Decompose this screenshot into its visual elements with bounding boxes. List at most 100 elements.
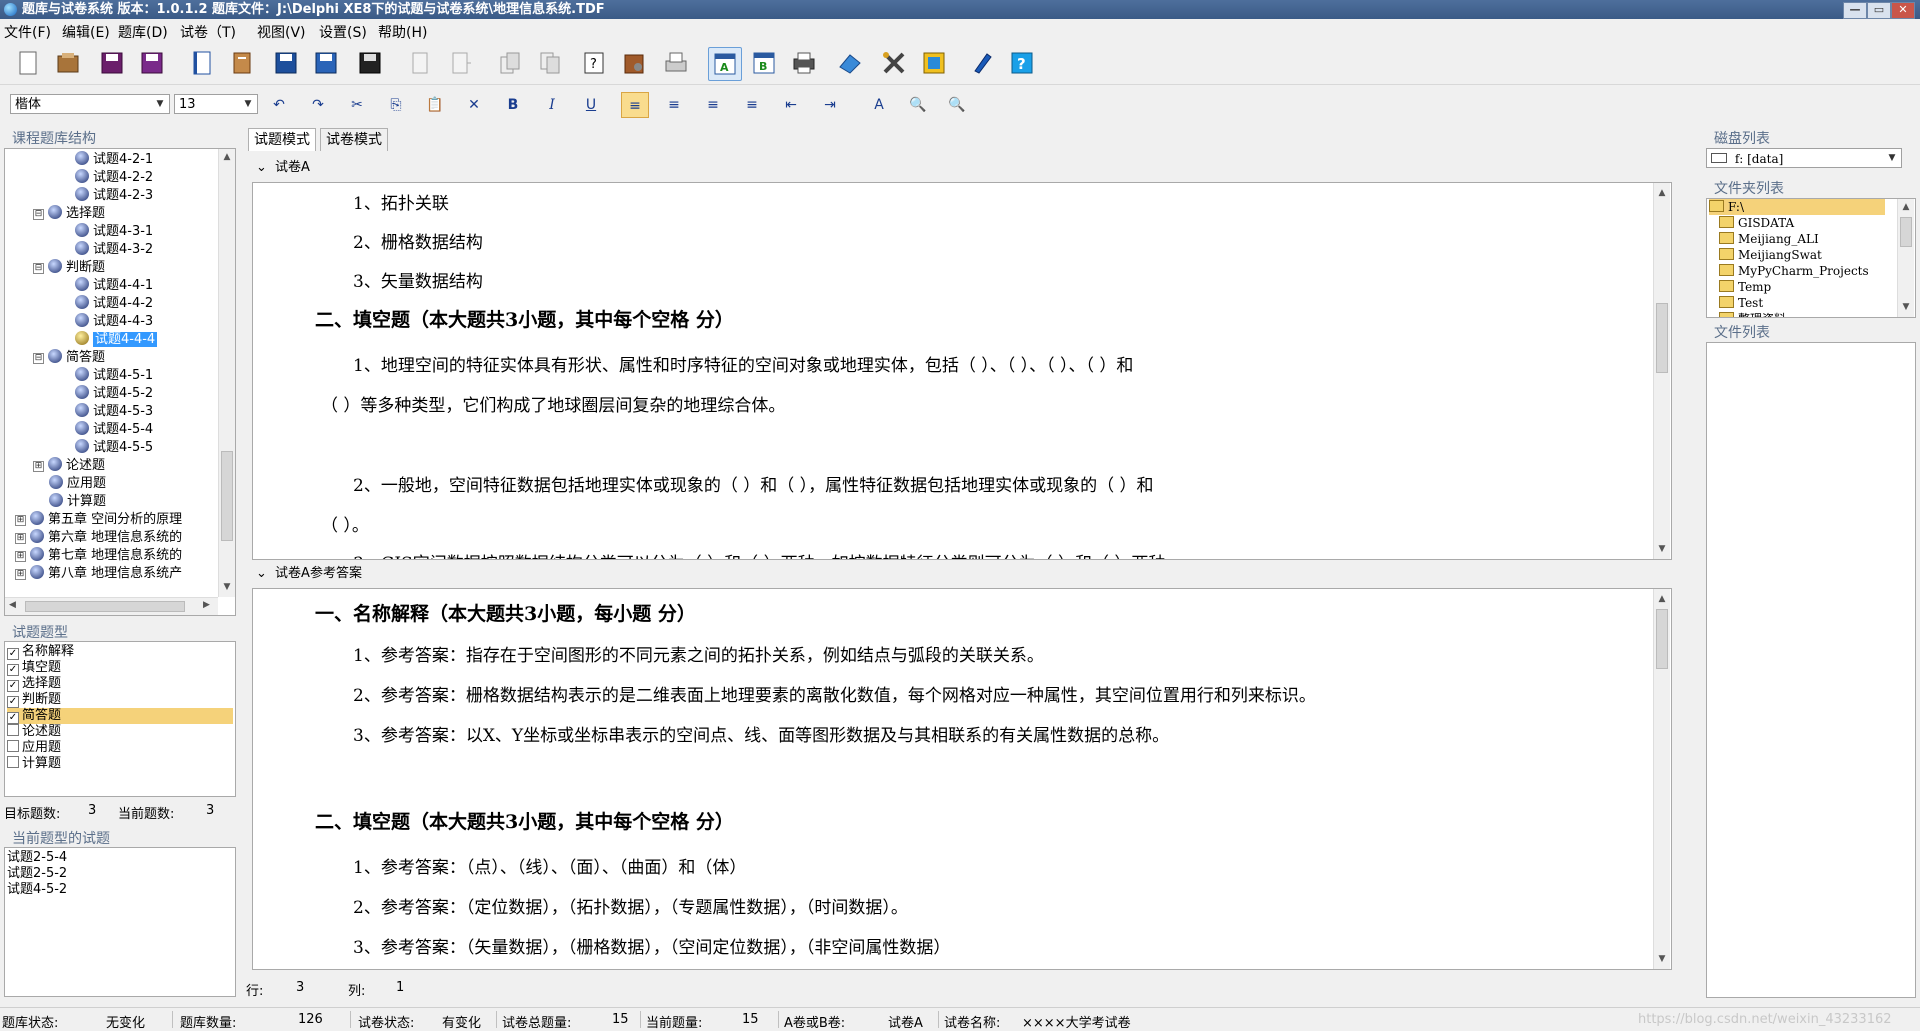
align-left-button[interactable]: ≡	[621, 92, 649, 118]
save-all-button[interactable]	[354, 47, 386, 79]
menu-settings[interactable]: 设置(S)	[319, 22, 367, 42]
close-button[interactable]: ✕	[1891, 2, 1915, 19]
find-button[interactable]: 🔍	[904, 92, 932, 118]
cut-button[interactable]: ✂	[343, 92, 371, 118]
folder-item[interactable]: MeijiangSwat	[1719, 247, 1822, 263]
checkbox-icon[interactable]: ✓	[7, 696, 19, 708]
tree-item[interactable]: 试题4-4-4	[75, 331, 158, 348]
tree-item[interactable]: ⊞ 第六章 地理信息系统的	[15, 529, 182, 546]
menu-help[interactable]: 帮助(H)	[378, 22, 427, 42]
expand-toggle-icon[interactable]: ⊟	[33, 353, 44, 364]
scroll-up-icon[interactable]: ▲	[219, 149, 235, 165]
scroll-right-icon[interactable]: ▶	[203, 600, 210, 610]
question-types-list[interactable]: ✓ 名称解释 ✓ 填空题 ✓ 选择题 ✓ 判断题 ✓ 简答题 论述题 应用题 计算题	[4, 641, 236, 797]
folder-scrollbar[interactable]: ▲ ▼	[1897, 199, 1914, 317]
folder-item[interactable]: MyPyCharm_Projects	[1719, 263, 1869, 279]
expand-toggle-icon[interactable]: ⊞	[15, 569, 26, 580]
open-paper-button[interactable]	[226, 47, 258, 79]
menu-bank[interactable]: 题库(D)	[118, 22, 168, 42]
tree-hscrollbar[interactable]: ◀ ▶	[5, 597, 218, 615]
answer-section-header[interactable]: ⌄ 试卷A参考答案	[256, 564, 362, 584]
file-list[interactable]	[1706, 342, 1916, 998]
scroll-thumb[interactable]	[221, 451, 233, 541]
insert-question-button[interactable]	[444, 47, 476, 79]
folder-item[interactable]: Test	[1719, 295, 1763, 311]
tab-paper-mode[interactable]: 试卷模式	[320, 128, 388, 151]
scroll-down-icon[interactable]: ▼	[1898, 299, 1914, 315]
export-button[interactable]	[834, 47, 866, 79]
checkbox-icon[interactable]: ✓	[7, 680, 19, 692]
scroll-down-icon[interactable]: ▼	[1654, 541, 1670, 557]
checkbox-icon[interactable]: ✓	[7, 664, 19, 676]
scroll-thumb[interactable]	[1656, 609, 1668, 669]
new-paper-button[interactable]	[186, 47, 218, 79]
help-button[interactable]: ?	[1006, 47, 1038, 79]
print-button[interactable]	[788, 47, 820, 79]
tree-item[interactable]: 试题4-2-1	[75, 151, 153, 168]
scroll-thumb[interactable]	[1656, 303, 1668, 373]
expand-toggle-icon[interactable]: ⊞	[15, 533, 26, 544]
type-item[interactable]: ✓ 简答题	[7, 708, 233, 724]
move-up-button[interactable]	[494, 47, 526, 79]
save-as-paper-button[interactable]	[310, 47, 342, 79]
expand-toggle-icon[interactable]: ⊞	[33, 461, 44, 472]
font-name-select[interactable]: 楷体 ▼	[10, 94, 170, 114]
tree-scrollbar[interactable]: ▲ ▼	[218, 149, 235, 597]
checkbox-icon[interactable]	[7, 756, 19, 768]
maximize-button[interactable]: ▭	[1867, 2, 1891, 19]
tree-item[interactable]: 试题4-4-3	[75, 313, 153, 330]
open-bank-button[interactable]	[52, 47, 84, 79]
move-down-button[interactable]	[534, 47, 566, 79]
checkbox-icon[interactable]: ✓	[7, 712, 19, 724]
paste-button[interactable]: 📋	[421, 92, 449, 118]
tree-item[interactable]: 试题4-3-1	[75, 223, 153, 240]
type-item[interactable]: 论述题	[7, 724, 61, 740]
edit-button[interactable]	[966, 47, 998, 79]
tree-item[interactable]: ⊟ 选择题	[33, 205, 105, 222]
align-center-button[interactable]: ≡	[660, 92, 688, 118]
current-item[interactable]: 试题2-5-2	[7, 866, 67, 882]
save-bank-button[interactable]	[96, 47, 128, 79]
tree-item[interactable]: ⊞ 第七章 地理信息系统的	[15, 547, 182, 564]
scroll-up-icon[interactable]: ▲	[1654, 185, 1670, 201]
tree-item[interactable]: 试题4-4-2	[75, 295, 153, 312]
scroll-thumb[interactable]	[1900, 217, 1912, 247]
type-item[interactable]: 计算题	[7, 756, 61, 772]
delete-button[interactable]: ✕	[460, 92, 488, 118]
tree-item[interactable]: 应用题	[49, 475, 106, 492]
redo-button[interactable]: ↷	[304, 92, 332, 118]
menu-file[interactable]: 文件(F)	[4, 22, 51, 42]
expand-toggle-icon[interactable]: ⊟	[33, 209, 44, 220]
tree-item[interactable]: 试题4-5-2	[75, 385, 153, 402]
tree-item[interactable]: 试题4-4-1	[75, 277, 153, 294]
align-right-button[interactable]: ≡	[699, 92, 727, 118]
folder-item[interactable]: Meijiang_ALI	[1719, 231, 1819, 247]
type-item[interactable]: ✓ 填空题	[7, 660, 61, 676]
new-bank-button[interactable]	[12, 47, 44, 79]
disk-select[interactable]: f: [data] ▼	[1706, 148, 1902, 168]
answer-scrollbar[interactable]: ▲ ▼	[1653, 589, 1670, 969]
current-item[interactable]: 试题4-5-2	[7, 882, 67, 898]
scroll-left-icon[interactable]: ◀	[9, 600, 16, 610]
type-item[interactable]: ✓ 判断题	[7, 692, 61, 708]
tree-item[interactable]: ⊟ 简答题	[33, 349, 105, 366]
tree-item[interactable]: 计算题	[49, 493, 106, 510]
outdent-button[interactable]: ⇤	[777, 92, 805, 118]
copy-button[interactable]: ⎘	[382, 92, 410, 118]
tools-button[interactable]	[878, 47, 910, 79]
tree-item[interactable]: ⊞ 第八章 地理信息系统产	[15, 565, 182, 582]
hscroll-thumb[interactable]	[25, 601, 185, 612]
menu-view[interactable]: 视图(V)	[257, 22, 306, 42]
paper-scrollbar[interactable]: ▲ ▼	[1653, 183, 1670, 559]
folder-item[interactable]: GISDATA	[1719, 215, 1794, 231]
folder-item[interactable]: Temp	[1719, 279, 1771, 295]
bank-tree[interactable]: 试题4-2-1 试题4-2-2 试题4-2-3 ⊟ 选择题 试题4-3-1 试题4-3-2 ⊟…	[4, 148, 236, 616]
scroll-up-icon[interactable]: ▲	[1898, 199, 1914, 215]
type-item[interactable]: ✓ 选择题	[7, 676, 61, 692]
font-size-select[interactable]: 13 ▼	[174, 94, 258, 114]
italic-button[interactable]: I	[538, 92, 566, 118]
folder-list[interactable]: F:\ GISDATA Meijiang_ALI MeijiangSwat MyPyCh…	[1706, 198, 1916, 318]
checkbox-icon[interactable]	[7, 724, 19, 736]
indent-button[interactable]: ⇥	[816, 92, 844, 118]
undo-button[interactable]: ↶	[265, 92, 293, 118]
